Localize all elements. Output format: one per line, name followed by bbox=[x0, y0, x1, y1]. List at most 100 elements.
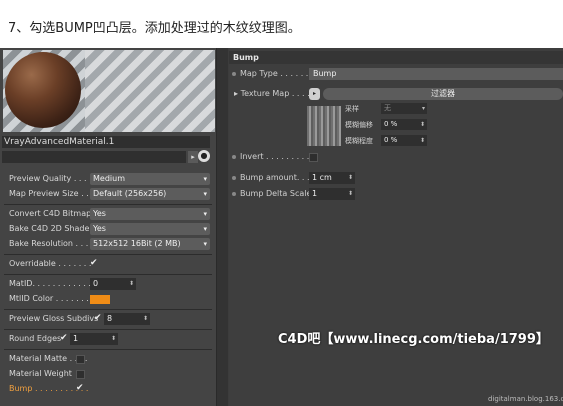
texture-options-icon[interactable]: ▸ bbox=[309, 88, 320, 100]
spinner-icon[interactable]: ⬍ bbox=[420, 119, 425, 130]
row-invert: Invert . . . . . . . . . . bbox=[229, 150, 563, 164]
preview-sphere bbox=[5, 52, 81, 128]
row-convert-c4d-bitmaps: Convert C4D Bitmaps Yes ▾ bbox=[0, 207, 216, 221]
spinner-icon[interactable]: ⬍ bbox=[129, 278, 134, 290]
material-preview[interactable] bbox=[3, 50, 85, 132]
divider bbox=[4, 254, 212, 255]
matid-input[interactable]: 0 ⬍ bbox=[90, 278, 136, 290]
sampling-select[interactable]: 无 ▾ bbox=[381, 103, 427, 114]
mtlid-color-swatch[interactable] bbox=[90, 295, 110, 304]
material-search-field[interactable] bbox=[2, 151, 186, 163]
spinner-icon[interactable]: ⬍ bbox=[348, 172, 353, 184]
row-map-type: Map Type . . . . . . Bump bbox=[229, 67, 563, 81]
convert-c4d-bitmaps-label: Convert C4D Bitmaps bbox=[9, 209, 96, 218]
bump-amount-label: Bump amount. . . . bbox=[240, 173, 315, 182]
row-bake-c4d-2d-shaders: Bake C4D 2D Shaders Yes ▾ bbox=[0, 222, 216, 236]
blur-degree-input[interactable]: 0 % ⬍ bbox=[381, 135, 427, 146]
bake-c4d-2d-shaders-select[interactable]: Yes ▾ bbox=[90, 223, 210, 235]
invert-label: Invert . . . . . . . . . . bbox=[240, 152, 315, 161]
material-editor: VrayAdvancedMaterial.1 ▸ ● Preview Quali… bbox=[0, 48, 563, 406]
texture-map-label: ▸ Texture Map . . . . bbox=[234, 87, 310, 101]
preview-background bbox=[85, 50, 215, 132]
row-preview-gloss-subdivs: Preview Gloss Subdivs ✔ 8 ⬍ bbox=[0, 312, 216, 326]
row-bake-resolution: Bake Resolution . . . . 512x512 16Bit (2… bbox=[0, 237, 216, 251]
bake-c4d-2d-shaders-label: Bake C4D 2D Shaders bbox=[9, 224, 97, 233]
chevron-down-icon: ▾ bbox=[203, 190, 207, 198]
animate-dot-icon[interactable] bbox=[232, 72, 236, 76]
texture-filter-button[interactable]: 过滤器 bbox=[323, 88, 563, 100]
divider bbox=[4, 349, 212, 350]
material-left-panel: VrayAdvancedMaterial.1 ▸ ● Preview Quali… bbox=[0, 48, 217, 406]
row-texture-map: ▸ Texture Map . . . . ▸ 过滤器 bbox=[229, 87, 563, 101]
animate-dot-icon[interactable] bbox=[232, 192, 236, 196]
wood-texture-thumbnail[interactable] bbox=[307, 106, 341, 146]
row-bump-amount: Bump amount. . . . 1 cm ⬍ bbox=[229, 171, 563, 185]
bake-resolution-value: 512x512 16Bit (2 MB) bbox=[93, 239, 181, 248]
chevron-down-icon: ▾ bbox=[203, 210, 207, 218]
blur-degree-value: 0 % bbox=[384, 136, 398, 144]
animate-dot-icon[interactable] bbox=[232, 155, 236, 159]
row-round-edges: Round Edges ✔ 1 ⬍ bbox=[0, 332, 216, 346]
expand-icon[interactable]: ▸ bbox=[188, 151, 198, 163]
matid-label: MatID. . . . . . . . . . . . bbox=[9, 279, 91, 288]
bake-resolution-select[interactable]: 512x512 16Bit (2 MB) ▾ bbox=[90, 238, 210, 250]
blur-offset-label: 模糊偏移 bbox=[345, 121, 373, 129]
preview-gloss-subdivs-input[interactable]: 8 ⬍ bbox=[104, 313, 150, 325]
blur-offset-input[interactable]: 0 % ⬍ bbox=[381, 119, 427, 130]
divider bbox=[4, 329, 212, 330]
divider bbox=[4, 274, 212, 275]
bump-settings-panel: Bump Map Type . . . . . . Bump ▸ Texture… bbox=[229, 48, 563, 406]
preview-gloss-subdivs-label: Preview Gloss Subdivs bbox=[9, 314, 99, 323]
preview-quality-select[interactable]: Medium ▾ bbox=[90, 173, 210, 185]
bump-checkbox[interactable]: ✔ bbox=[76, 384, 85, 393]
bump-delta-scale-value: 1 bbox=[312, 189, 318, 198]
overridable-checkbox[interactable]: ✔ bbox=[90, 259, 99, 268]
spinner-icon[interactable]: ⬍ bbox=[420, 135, 425, 146]
divider bbox=[4, 204, 212, 205]
round-edges-input[interactable]: 1 ⬍ bbox=[70, 333, 118, 345]
sampling-label: 采样 bbox=[345, 105, 359, 113]
material-matte-checkbox[interactable] bbox=[76, 355, 85, 364]
matid-value: 0 bbox=[93, 279, 99, 288]
bake-resolution-label: Bake Resolution . . . . bbox=[9, 239, 94, 248]
spinner-icon[interactable]: ⬍ bbox=[143, 313, 148, 325]
material-weight-label: Material Weight bbox=[9, 369, 72, 378]
row-material-weight: Material Weight bbox=[0, 367, 216, 381]
divider bbox=[4, 309, 212, 310]
blog-credit: digitalman.blog.163.com bbox=[488, 395, 563, 403]
animate-dot-icon[interactable] bbox=[232, 176, 236, 180]
overridable-label: Overridable . . . . . . . bbox=[9, 259, 92, 268]
spinner-icon[interactable]: ⬍ bbox=[111, 333, 116, 345]
convert-c4d-bitmaps-select[interactable]: Yes ▾ bbox=[90, 208, 210, 220]
mtlid-color-label: MtlID Color . . . . . . . bbox=[9, 294, 89, 303]
spinner-icon[interactable]: ⬍ bbox=[348, 188, 353, 200]
page-caption: 7、勾选BUMP凹凸层。添加处理过的木纹纹理图。 bbox=[8, 21, 301, 36]
bump-delta-scale-input[interactable]: 1 ⬍ bbox=[309, 188, 355, 200]
round-edges-checkbox[interactable]: ✔ bbox=[60, 334, 69, 343]
round-edges-value: 1 bbox=[73, 334, 79, 343]
blur-offset-value: 0 % bbox=[384, 120, 398, 128]
chevron-down-icon: ▾ bbox=[203, 240, 207, 248]
row-overridable: Overridable . . . . . . . ✔ bbox=[0, 257, 216, 271]
bake-c4d-2d-shaders-value: Yes bbox=[93, 224, 106, 233]
material-weight-checkbox[interactable] bbox=[76, 370, 85, 379]
blur-degree-label: 模糊程度 bbox=[345, 137, 373, 145]
preview-gloss-subdivs-value: 8 bbox=[107, 314, 113, 323]
map-type-select[interactable]: Bump bbox=[309, 68, 563, 80]
chevron-down-icon: ▾ bbox=[203, 225, 207, 233]
invert-checkbox[interactable] bbox=[309, 153, 318, 162]
preview-quality-label: Preview Quality . . . . bbox=[9, 174, 92, 183]
preview-gloss-subdivs-checkbox[interactable]: ✔ bbox=[94, 314, 103, 323]
bump-amount-input[interactable]: 1 cm ⬍ bbox=[309, 172, 355, 184]
map-type-label: Map Type . . . . . . bbox=[240, 69, 309, 78]
round-edges-label: Round Edges bbox=[9, 334, 62, 343]
map-preview-size-select[interactable]: Default (256x256) ▾ bbox=[90, 188, 210, 200]
bump-section-header: Bump bbox=[229, 51, 563, 64]
left-panel-scrollbar[interactable] bbox=[217, 48, 228, 406]
map-preview-size-label: Map Preview Size . . bbox=[9, 189, 89, 198]
row-material-matte: Material Matte . . . . bbox=[0, 352, 216, 366]
material-reset-icon[interactable]: ● bbox=[198, 150, 210, 162]
material-name-field[interactable]: VrayAdvancedMaterial.1 bbox=[2, 136, 210, 148]
expand-triangle-icon[interactable]: ▸ bbox=[234, 89, 238, 98]
map-preview-size-value: Default (256x256) bbox=[93, 189, 167, 198]
